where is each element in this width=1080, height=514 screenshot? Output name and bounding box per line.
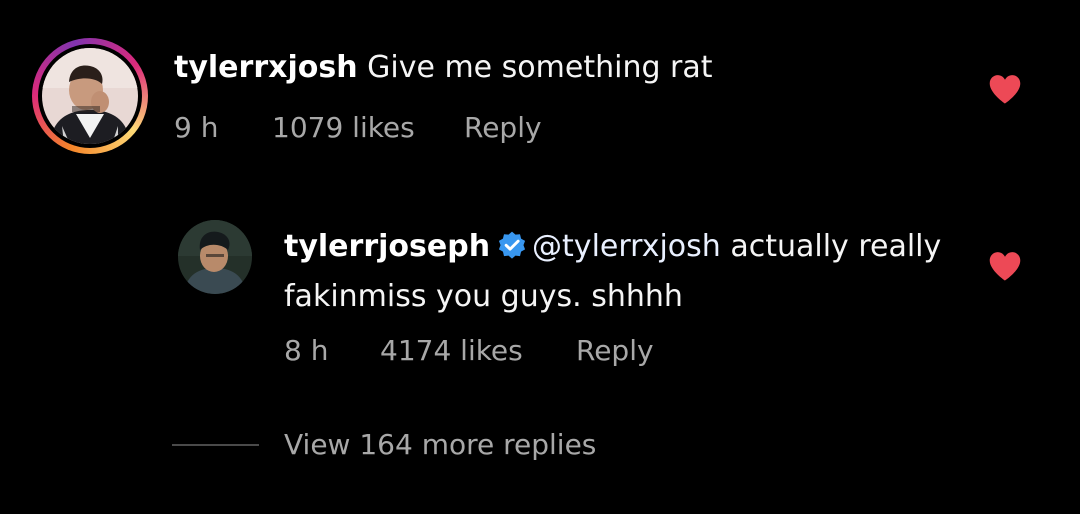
story-ring[interactable]	[32, 38, 148, 154]
reply-reply-button[interactable]: Reply	[576, 331, 654, 371]
view-more-replies-button[interactable]: View 164 more replies	[284, 425, 596, 465]
comment-body: Give me something rat	[367, 50, 713, 85]
heart-icon[interactable]	[987, 250, 1023, 282]
reply-avatar-image	[178, 220, 252, 294]
comment-timestamp: 9 h	[174, 111, 219, 144]
reply-timestamp: 8 h	[284, 334, 329, 367]
reply-likes-count[interactable]: 4174 likes	[380, 331, 576, 371]
reply-mention-link[interactable]: @tylerrxjosh	[532, 229, 721, 264]
comment-likes-count[interactable]: 1079 likes	[272, 108, 464, 148]
reply-text-block: tylerrjoseph @tylerrxjosh actually reall…	[284, 222, 964, 322]
verified-badge-icon	[498, 231, 526, 259]
comment-reply-button[interactable]: Reply	[464, 108, 542, 148]
comment-meta: 9 h 1079 likes Reply	[174, 108, 542, 148]
comment-username[interactable]: tylerrxjosh	[174, 50, 358, 85]
replies-divider-line	[172, 444, 259, 446]
comment-text-line: tylerrxjosh Give me something rat	[174, 48, 713, 88]
heart-icon[interactable]	[987, 73, 1023, 105]
avatar[interactable]	[42, 48, 138, 144]
reply-meta: 8 h 4174 likes Reply	[284, 331, 654, 371]
reply-username[interactable]: tylerrjoseph	[284, 229, 490, 264]
avatar-image	[42, 48, 138, 144]
reply-avatar[interactable]	[178, 220, 252, 294]
